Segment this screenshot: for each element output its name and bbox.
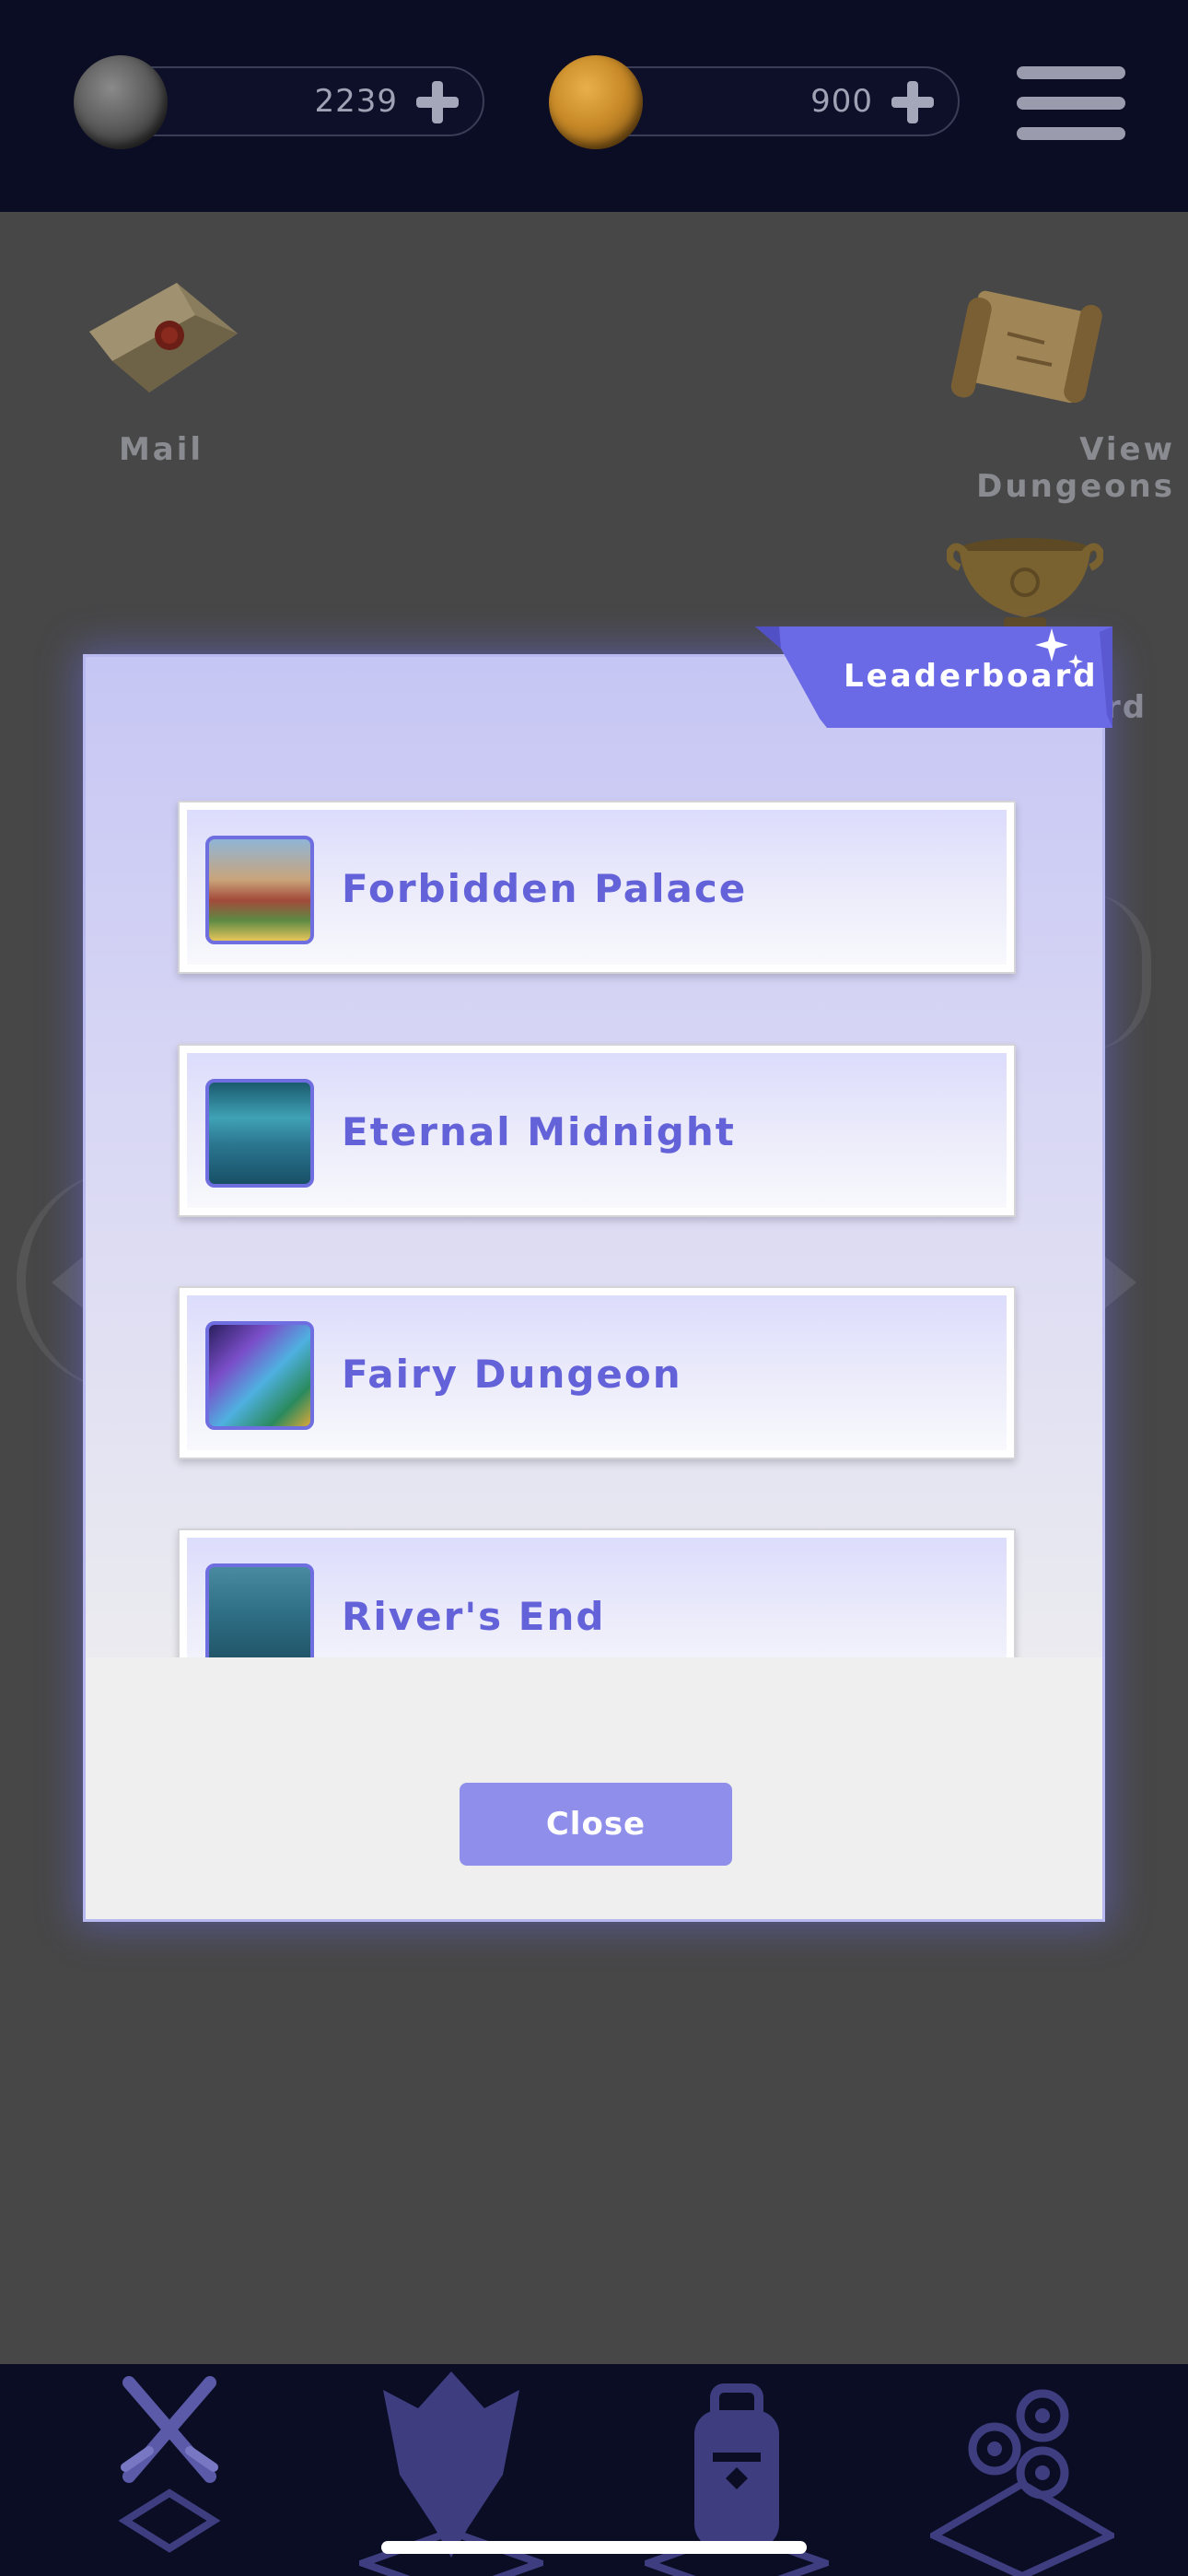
mail-icon[interactable]	[85, 278, 241, 398]
crossed-swords-icon	[118, 2376, 221, 2553]
gold-coin-icon	[549, 55, 643, 149]
trophy-icon[interactable]	[947, 531, 1103, 632]
carousel-left-arrow-icon[interactable]	[52, 1257, 83, 1308]
silver-coin-icon	[74, 55, 168, 149]
mail-label[interactable]: Mail	[64, 431, 258, 468]
top-bar: 2239 900	[0, 0, 1188, 212]
list-item-rivers-end[interactable]: River's End	[178, 1528, 1016, 1657]
leaderboard-modal: Forbidden Palace Eternal Midnight Fairy …	[83, 654, 1105, 1922]
list-item-label: Forbidden Palace	[342, 866, 748, 911]
view-dungeons-label[interactable]: View Dungeons	[884, 431, 1175, 505]
list-item-label: Fairy Dungeon	[342, 1352, 682, 1397]
gears-icon	[926, 2389, 1119, 2576]
list-item-forbidden-palace[interactable]: Forbidden Palace	[178, 801, 1016, 974]
list-item-label: Eternal Midnight	[342, 1109, 736, 1154]
scroll-map-icon[interactable]	[943, 287, 1109, 416]
carousel-right-arrow-icon[interactable]	[1105, 1257, 1136, 1308]
rivers-end-thumbnail	[205, 1563, 314, 1657]
silver-currency-pill: 2239	[74, 55, 484, 149]
leaderboard-label-partial: rd	[1105, 689, 1147, 726]
gold-amount: 900	[810, 83, 873, 120]
add-gold-button[interactable]	[891, 81, 934, 123]
hamburger-menu-icon[interactable]	[1017, 66, 1125, 140]
forbidden-palace-thumbnail	[205, 836, 314, 944]
close-button[interactable]: Close	[460, 1783, 732, 1866]
leaderboard-tab: Leaderboard	[755, 623, 1112, 728]
eternal-midnight-thumbnail	[205, 1079, 314, 1188]
list-item-label: River's End	[342, 1594, 606, 1639]
list-item-eternal-midnight[interactable]: Eternal Midnight	[178, 1044, 1016, 1217]
silver-amount: 2239	[314, 83, 398, 120]
add-silver-button[interactable]	[416, 81, 459, 123]
nav-battle[interactable]	[101, 2364, 239, 2576]
fairy-dungeon-thumbnail	[205, 1321, 314, 1430]
nav-skills[interactable]	[926, 2364, 1119, 2576]
dungeon-list[interactable]: Forbidden Palace Eternal Midnight Fairy …	[86, 657, 1102, 1657]
home-indicator[interactable]	[381, 2541, 807, 2554]
leaderboard-tab-label: Leaderboard	[844, 658, 1099, 695]
gold-currency-pill: 900	[549, 55, 960, 149]
list-item-fairy-dungeon[interactable]: Fairy Dungeon	[178, 1286, 1016, 1459]
